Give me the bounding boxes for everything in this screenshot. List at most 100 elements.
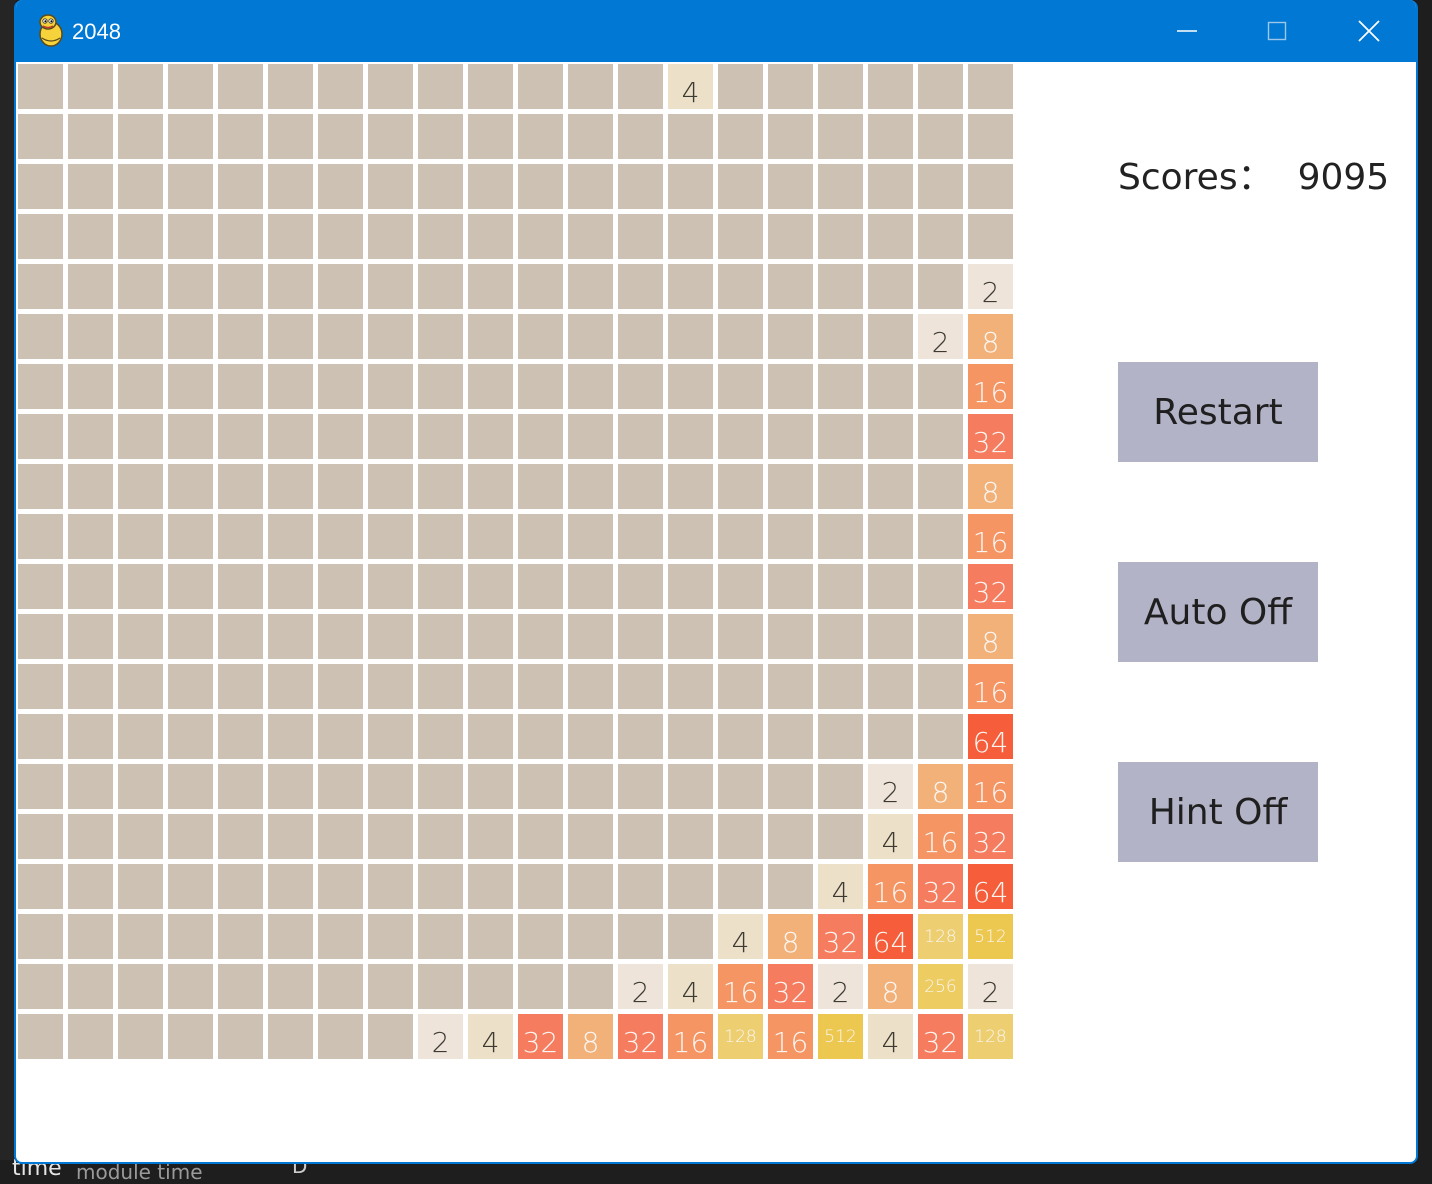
empty-cell: [68, 564, 113, 609]
empty-cell: [218, 1014, 263, 1059]
empty-cell: [618, 614, 663, 659]
empty-cell: [368, 164, 413, 209]
empty-cell: [418, 814, 463, 859]
empty-cell: [268, 164, 313, 209]
empty-cell: [118, 114, 163, 159]
empty-cell: [568, 64, 613, 109]
empty-cell: [68, 764, 113, 809]
empty-cell: [468, 664, 513, 709]
empty-cell: [168, 564, 213, 609]
empty-cell: [868, 514, 913, 559]
score-label: Scores：: [1118, 157, 1274, 198]
tile-16: 16: [868, 864, 913, 909]
empty-cell: [318, 714, 363, 759]
empty-cell: [568, 214, 613, 259]
tile-8: 8: [918, 764, 963, 809]
empty-cell: [318, 164, 363, 209]
empty-cell: [818, 514, 863, 559]
tile-16: 16: [968, 514, 1013, 559]
tile-8: 8: [768, 914, 813, 959]
empty-cell: [168, 264, 213, 309]
empty-cell: [368, 314, 413, 359]
empty-cell: [918, 514, 963, 559]
empty-cell: [218, 714, 263, 759]
empty-cell: [718, 764, 763, 809]
empty-cell: [368, 214, 413, 259]
empty-cell: [418, 714, 463, 759]
game-board[interactable]: 4 2 2 8 16 32 8 16 32 8 16 64 2 8 16 4 16 32 4 16 32 64 4 8 32 64…: [18, 64, 1014, 1059]
tile-512: 512: [968, 914, 1013, 959]
empty-cell: [868, 464, 913, 509]
empty-cell: [468, 764, 513, 809]
empty-cell: [218, 514, 263, 559]
empty-cell: [68, 814, 113, 859]
empty-cell: [68, 964, 113, 1009]
close-button[interactable]: [1346, 8, 1392, 54]
empty-cell: [868, 614, 913, 659]
tile-4: 4: [818, 864, 863, 909]
empty-cell: [418, 914, 463, 959]
empty-cell: [368, 964, 413, 1009]
empty-cell: [618, 164, 663, 209]
empty-cell: [368, 764, 413, 809]
empty-cell: [68, 364, 113, 409]
tile-16: 16: [968, 764, 1013, 809]
tile-32: 32: [918, 864, 963, 909]
empty-cell: [318, 214, 363, 259]
tile-4: 4: [668, 64, 713, 109]
empty-cell: [718, 664, 763, 709]
empty-cell: [868, 414, 913, 459]
empty-cell: [468, 864, 513, 909]
empty-cell: [368, 114, 413, 159]
empty-cell: [68, 714, 113, 759]
tile-32: 32: [518, 1014, 563, 1059]
empty-cell: [318, 264, 363, 309]
empty-cell: [618, 514, 663, 559]
auto-toggle-button[interactable]: Auto Off: [1118, 562, 1318, 662]
empty-cell: [568, 964, 613, 1009]
empty-cell: [818, 364, 863, 409]
empty-cell: [568, 464, 613, 509]
empty-cell: [18, 314, 63, 359]
empty-cell: [768, 764, 813, 809]
empty-cell: [818, 464, 863, 509]
empty-cell: [718, 314, 763, 359]
restart-button[interactable]: Restart: [1118, 362, 1318, 462]
empty-cell: [418, 214, 463, 259]
empty-cell: [818, 764, 863, 809]
title-bar[interactable]: 2048: [16, 0, 1416, 62]
empty-cell: [518, 364, 563, 409]
empty-cell: [968, 114, 1013, 159]
empty-cell: [868, 264, 913, 309]
empty-cell: [218, 614, 263, 659]
empty-cell: [368, 64, 413, 109]
empty-cell: [18, 414, 63, 459]
empty-cell: [668, 614, 713, 659]
tile-32: 32: [968, 564, 1013, 609]
empty-cell: [518, 714, 563, 759]
empty-cell: [718, 464, 763, 509]
empty-cell: [418, 464, 463, 509]
maximize-button[interactable]: [1254, 8, 1300, 54]
empty-cell: [68, 64, 113, 109]
empty-cell: [568, 314, 613, 359]
empty-cell: [568, 664, 613, 709]
tile-2: 2: [968, 964, 1013, 1009]
empty-cell: [568, 864, 613, 909]
empty-cell: [68, 164, 113, 209]
tile-32: 32: [818, 914, 863, 959]
minimize-button[interactable]: [1164, 8, 1210, 54]
empty-cell: [568, 714, 613, 759]
empty-cell: [268, 714, 313, 759]
empty-cell: [168, 614, 213, 659]
empty-cell: [18, 764, 63, 809]
empty-cell: [168, 814, 213, 859]
empty-cell: [468, 364, 513, 409]
empty-cell: [818, 614, 863, 659]
empty-cell: [918, 264, 963, 309]
empty-cell: [418, 564, 463, 609]
empty-cell: [118, 314, 163, 359]
empty-cell: [18, 114, 63, 159]
empty-cell: [868, 114, 913, 159]
hint-toggle-button[interactable]: Hint Off: [1118, 762, 1318, 862]
